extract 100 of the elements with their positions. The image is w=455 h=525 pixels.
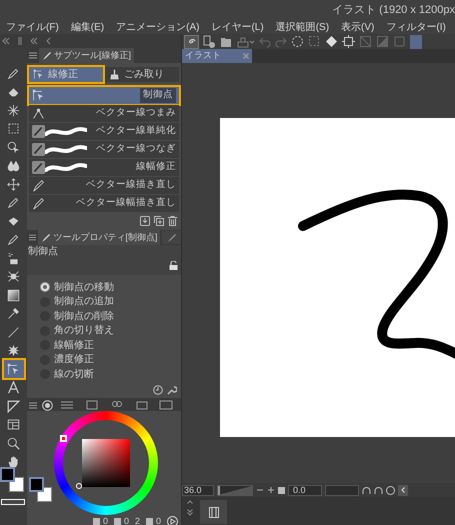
small-square-icon <box>92 518 100 525</box>
gradient-icon <box>7 288 20 302</box>
menu-icon[interactable] <box>29 52 37 59</box>
pen-icon <box>7 66 20 80</box>
trash-icon[interactable] <box>168 216 177 226</box>
pen-icon <box>41 232 52 242</box>
radio-button[interactable] <box>40 282 50 292</box>
rotate-left-icon[interactable] <box>362 486 371 494</box>
color-wheel-tab-icon[interactable] <box>42 400 53 410</box>
collapse-button[interactable] <box>398 484 408 496</box>
value-text: 0 <box>124 514 129 525</box>
panel-title: ツールプロパティ[制御点] <box>53 230 158 244</box>
duplicate-icon[interactable] <box>154 216 164 226</box>
sparkle-icon <box>7 104 20 116</box>
subtool-item[interactable]: ベクター線つなぎ <box>29 141 179 158</box>
layout-icon <box>7 418 20 431</box>
text-tool-icon <box>7 381 20 394</box>
canvas-settings-button[interactable] <box>184 34 199 48</box>
clock-icon[interactable] <box>153 384 163 394</box>
rotate-right-icon[interactable] <box>374 486 383 494</box>
pen-icon <box>32 143 45 156</box>
control-point-icon <box>32 89 45 102</box>
grip-icon[interactable] <box>18 37 22 45</box>
panel-title: サブツール[線修正] <box>54 48 132 62</box>
value-text: 0 <box>102 514 108 525</box>
pen-icon <box>7 196 20 209</box>
value-text: 2 <box>134 514 140 525</box>
menu-item[interactable]: 選択範囲(S) <box>276 20 330 34</box>
menu-item[interactable]: フィルター(I) <box>386 20 446 34</box>
clock-icon[interactable] <box>386 486 395 494</box>
zoom-slider[interactable] <box>217 484 253 496</box>
transparent-color-button[interactable] <box>1 499 25 505</box>
brush-stroke-preview <box>45 125 87 138</box>
square-icon[interactable] <box>278 486 285 494</box>
radio-label[interactable]: 濃度修正 <box>54 352 94 368</box>
plus-icon[interactable] <box>267 486 275 494</box>
panel-tab[interactable]: サブツール[線修正] <box>39 48 134 63</box>
hue-marker[interactable] <box>60 434 67 442</box>
film-icon <box>208 506 218 518</box>
collapse-icon[interactable] <box>30 37 38 45</box>
crop-icon[interactable] <box>342 35 355 48</box>
play-icon[interactable] <box>167 516 178 525</box>
collapse-icon[interactable] <box>2 37 10 45</box>
lock-icon[interactable] <box>169 261 178 270</box>
dotted-circle-icon[interactable] <box>291 35 304 48</box>
menu-item[interactable]: 編集(E) <box>70 20 104 34</box>
subtool-group-tab[interactable]: 線修正 <box>29 67 103 82</box>
radio-label[interactable]: 制御点の移動 <box>54 280 114 295</box>
radio-label[interactable]: 制御点の追加 <box>54 294 114 310</box>
pen-icon <box>42 50 52 60</box>
subtool-item[interactable]: 制御点 <box>29 87 179 104</box>
panel-tab[interactable]: ツールプロパティ[制御点] <box>38 230 160 245</box>
menu-icon[interactable] <box>29 402 37 408</box>
brush-stroke-preview <box>45 161 87 174</box>
brush-stroke-preview <box>45 143 87 156</box>
export-icon[interactable] <box>237 36 255 48</box>
zoom-field[interactable]: 36.0 <box>182 484 214 496</box>
control-point-icon <box>33 69 44 80</box>
panel-tab[interactable] <box>162 231 181 244</box>
chevron-up-icon[interactable] <box>187 500 193 504</box>
subtool-item[interactable]: ベクター線つまみ <box>29 105 179 122</box>
pen-icon <box>32 125 45 138</box>
burst-icon <box>7 344 20 357</box>
new-file-icon[interactable] <box>203 35 216 48</box>
color-swatches[interactable] <box>29 476 53 502</box>
radio-label[interactable]: 線幅修正 <box>54 338 94 353</box>
menu-item[interactable]: 表示(V) <box>341 20 374 34</box>
hand-icon <box>7 455 20 468</box>
menu-item[interactable]: ファイル(F) <box>6 20 59 34</box>
dotted-square-icon[interactable] <box>308 35 321 48</box>
subtool-item[interactable]: 線幅修正 <box>29 159 179 176</box>
rotation-field[interactable]: 0.0 <box>288 484 322 496</box>
radio-label[interactable]: 線の切断 <box>54 366 94 382</box>
chevron-left-icon <box>401 487 405 493</box>
double-chevron-down-icon[interactable] <box>187 509 193 516</box>
small-square-icon <box>114 518 121 525</box>
menu-icon[interactable] <box>29 234 36 241</box>
node-icon <box>32 107 45 120</box>
menu-item[interactable]: アニメーション(A) <box>116 20 200 34</box>
dashed-rectangle-icon <box>7 122 20 135</box>
chevron-left-icon[interactable] <box>46 37 51 45</box>
subtool-item[interactable]: ベクター線描き直し <box>29 177 179 194</box>
frame-thumbnail[interactable] <box>200 500 227 524</box>
spiral-icon <box>187 37 196 46</box>
subtool-group-tab[interactable]: ごみ取り <box>105 67 179 82</box>
radio-label[interactable]: 制御点の削除 <box>54 308 114 324</box>
subtool-item[interactable]: ベクター線幅描き直し <box>29 195 179 212</box>
download-icon[interactable] <box>140 216 150 226</box>
radio-label[interactable]: 角の切り替え <box>54 323 114 338</box>
color-picker-handle[interactable] <box>76 482 82 488</box>
color-swatches[interactable] <box>0 467 25 493</box>
menu-item[interactable]: レイヤー(L) <box>211 20 264 34</box>
pen-icon <box>32 161 45 174</box>
saturation-value-square[interactable] <box>82 438 130 486</box>
subtool-item[interactable]: ベクター線単純化 <box>29 123 179 140</box>
wrench-icon[interactable] <box>167 384 177 394</box>
canvas-tab[interactable]: イラスト <box>182 49 252 63</box>
control-point-icon <box>7 362 20 376</box>
pen-icon <box>32 179 45 192</box>
drops-icon <box>7 159 20 172</box>
